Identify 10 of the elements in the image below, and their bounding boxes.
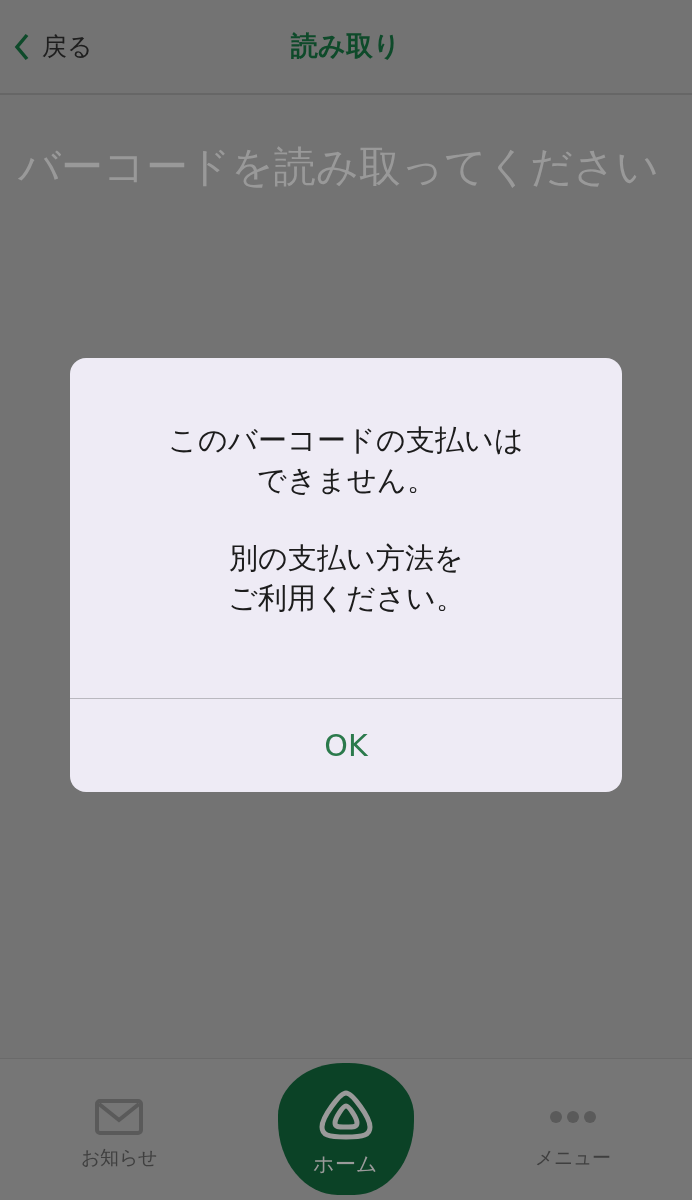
- ok-button[interactable]: OK: [70, 698, 622, 792]
- tab-item[interactable]: ホーム: [278, 1063, 414, 1195]
- dialog-message: このバーコードの支払いは できません。: [168, 422, 524, 499]
- home-icon: [317, 1089, 375, 1141]
- more-icon: [548, 1110, 597, 1124]
- chevron-left-icon: [14, 32, 30, 61]
- back-button[interactable]: 戻る: [14, 27, 93, 66]
- dialog-message: 別の支払い方法を ご利用ください。: [227, 540, 465, 617]
- screen-title: 読み取り: [291, 30, 401, 62]
- envelope-icon: [95, 1099, 144, 1135]
